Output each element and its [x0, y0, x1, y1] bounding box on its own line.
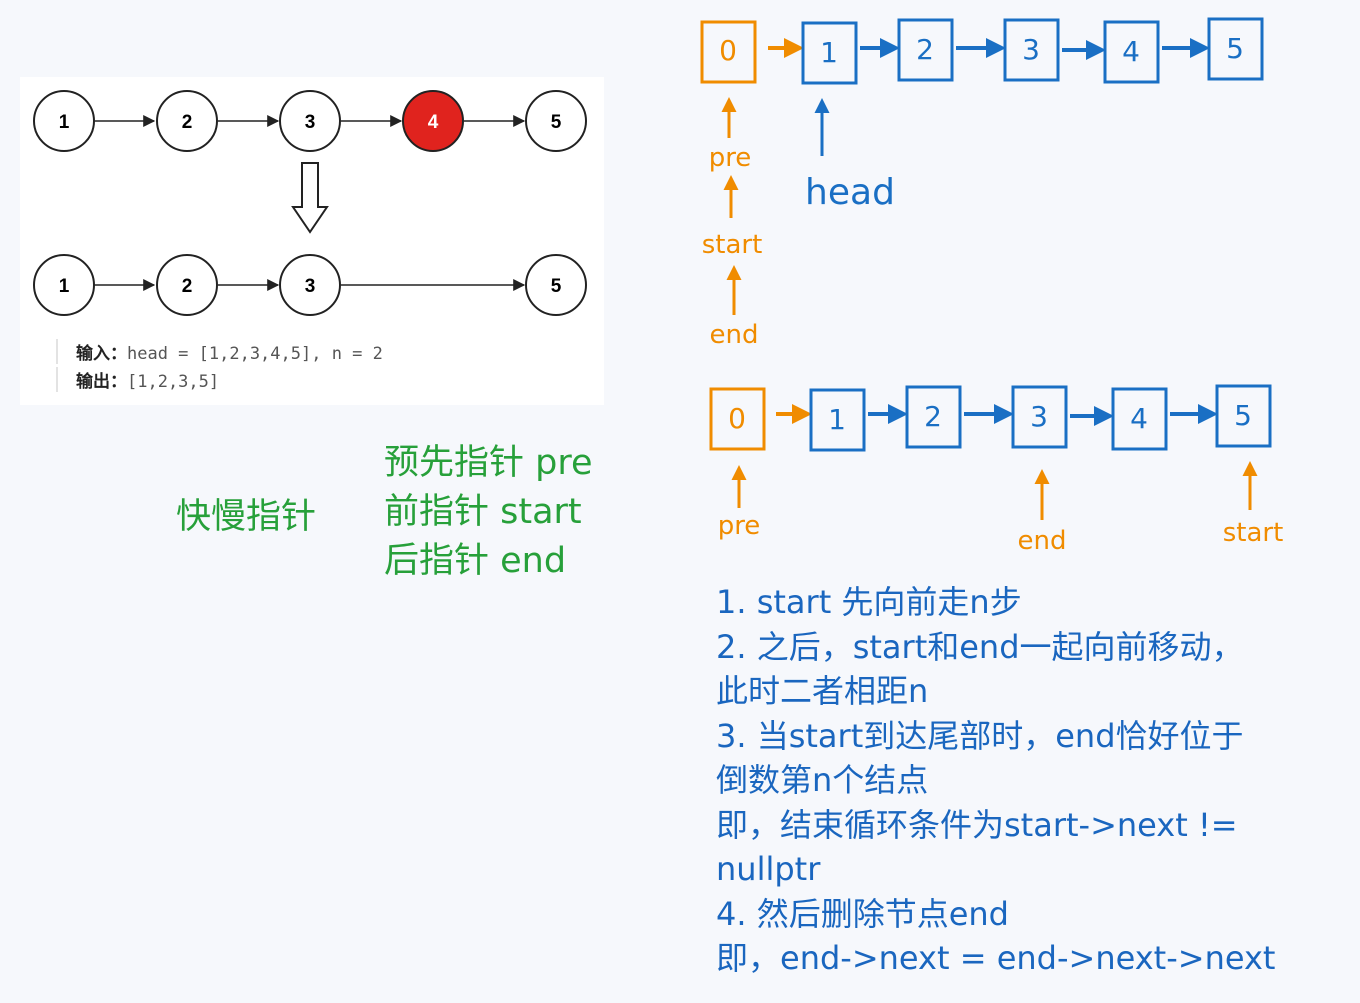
top-node-2: 2	[897, 18, 954, 82]
svg-text:1: 1	[59, 276, 70, 297]
bottom-end-label: end	[1018, 526, 1067, 556]
example-output: 输出：[1,2,3,5]	[56, 367, 219, 392]
end-pointer-label: 后指针 end	[384, 541, 567, 581]
example-card: 1 2 3 4 5 1 2 3 5 输入：head = [1,2,3,4,5],…	[20, 77, 604, 405]
bottom-node-4: 4	[1111, 387, 1168, 451]
svg-text:3: 3	[305, 112, 316, 133]
svg-text:3: 3	[1022, 33, 1040, 66]
top-dummy-node: 0	[700, 20, 757, 84]
top-node-4: 4	[1103, 20, 1160, 84]
svg-text:5: 5	[1234, 399, 1252, 432]
bottom-start-label: start	[1223, 518, 1284, 548]
svg-text:4: 4	[1122, 35, 1140, 68]
top-node-5: 5	[1207, 17, 1264, 81]
svg-text:5: 5	[1226, 32, 1244, 65]
algorithm-steps: 1. start 先向前走n步 2. 之后，start和end一起向前移动， 此…	[716, 580, 1336, 981]
top-pre-label: pre	[709, 143, 752, 173]
svg-text:2: 2	[182, 276, 193, 297]
bottom-node-1: 1	[809, 388, 866, 452]
after-node-3: 3	[279, 254, 341, 316]
transform-arrow-icon	[291, 162, 329, 234]
svg-text:5: 5	[551, 276, 562, 297]
bottom-pre-label: pre	[718, 511, 761, 541]
before-node-5: 5	[525, 90, 587, 152]
svg-text:2: 2	[924, 400, 942, 433]
fast-slow-pointer-label: 快慢指针	[176, 497, 317, 537]
step-line: 此时二者相距n	[716, 672, 929, 710]
svg-text:4: 4	[428, 112, 439, 133]
example-input: 输入：head = [1,2,3,4,5], n = 2	[56, 339, 383, 364]
step-line: 倒数第n个结点	[716, 761, 929, 799]
svg-text:0: 0	[728, 402, 746, 435]
pre-pointer-label: 预先指针 pre	[384, 443, 593, 483]
step-line: 1. start 先向前走n步	[716, 583, 1022, 621]
step-line: 3. 当start到达尾部时，end恰好位于	[716, 716, 1244, 755]
svg-text:3: 3	[305, 276, 316, 297]
step-line: 2. 之后，start和end一起向前移动，	[716, 627, 1244, 666]
svg-text:3: 3	[1030, 400, 1048, 433]
svg-text:1: 1	[828, 403, 846, 436]
svg-text:0: 0	[719, 34, 737, 67]
svg-text:1: 1	[820, 36, 838, 69]
svg-text:5: 5	[551, 112, 562, 133]
after-node-2: 2	[156, 254, 218, 316]
top-node-1: 1	[801, 21, 858, 85]
step-line: 即，结束循环条件为start->next !=	[716, 805, 1238, 844]
after-node-5: 5	[525, 254, 587, 316]
bottom-node-5: 5	[1215, 384, 1272, 448]
svg-text:2: 2	[182, 112, 193, 133]
svg-text:2: 2	[916, 33, 934, 66]
step-line: 4. 然后删除节点end	[716, 894, 1009, 933]
top-start-label: start	[702, 230, 763, 260]
top-end-label: end	[710, 320, 759, 350]
svg-text:4: 4	[1130, 402, 1148, 435]
top-node-3: 3	[1003, 18, 1060, 82]
after-node-1: 1	[33, 254, 95, 316]
bottom-dummy-node: 0	[709, 387, 766, 451]
step-line: 即，end->next = end->next->next	[716, 939, 1276, 977]
before-node-4-removed: 4	[402, 90, 464, 152]
svg-text:1: 1	[59, 112, 70, 133]
before-node-2: 2	[156, 90, 218, 152]
before-node-1: 1	[33, 90, 95, 152]
before-node-3: 3	[279, 90, 341, 152]
step-line: nullptr	[716, 850, 821, 888]
top-head-label: head	[805, 172, 895, 213]
bottom-node-3: 3	[1011, 385, 1068, 449]
bottom-node-2: 2	[905, 385, 962, 449]
start-pointer-label: 前指针 start	[384, 492, 582, 532]
